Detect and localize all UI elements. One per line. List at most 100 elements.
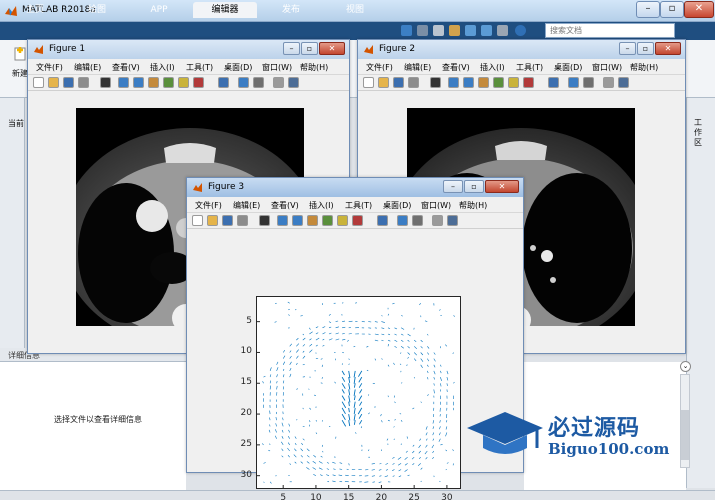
menu-tools[interactable]: 工具(T) — [345, 200, 372, 211]
close-button[interactable]: ✕ — [655, 42, 681, 55]
print-icon[interactable] — [237, 215, 248, 226]
maximize-button[interactable]: ▫ — [464, 180, 484, 193]
hide-plot-tools-icon[interactable] — [603, 77, 614, 88]
legend-icon[interactable] — [412, 215, 423, 226]
menu-file[interactable]: 文件(F) — [195, 200, 222, 211]
menu-window[interactable]: 窗口(W) — [262, 62, 292, 73]
menu-insert[interactable]: 插入(I) — [480, 62, 505, 73]
menu-help[interactable]: 帮助(H) — [300, 62, 328, 73]
zoom-in-icon[interactable] — [448, 77, 459, 88]
maximize-button[interactable]: ▫ — [637, 42, 654, 55]
menu-help[interactable]: 帮助(H) — [459, 200, 487, 211]
menu-edit[interactable]: 编辑(E) — [74, 62, 101, 73]
menu-desktop[interactable]: 桌面(D) — [224, 62, 252, 73]
chevron-down-icon[interactable]: ⌄ — [680, 361, 691, 372]
close-button[interactable]: ✕ — [319, 42, 345, 55]
colorbar-icon[interactable] — [568, 77, 579, 88]
quiver-plot-axes[interactable] — [256, 296, 461, 489]
open-file-icon[interactable] — [207, 215, 218, 226]
data-cursor-icon[interactable] — [178, 77, 189, 88]
search-input[interactable]: 搜索文档 — [545, 23, 675, 38]
figure-title-bar[interactable]: Figure 2 – ▫ ✕ — [358, 40, 685, 59]
minimize-button[interactable]: – — [619, 42, 636, 55]
menu-edit[interactable]: 编辑(E) — [404, 62, 431, 73]
save-icon[interactable] — [63, 77, 74, 88]
maximize-button[interactable]: ▫ — [660, 1, 684, 18]
brush-icon[interactable] — [352, 215, 363, 226]
cut-icon[interactable] — [417, 25, 428, 36]
menu-desktop[interactable]: 桌面(D) — [383, 200, 411, 211]
rotate-icon[interactable] — [163, 77, 174, 88]
pointer-icon[interactable] — [259, 215, 270, 226]
print-icon[interactable] — [78, 77, 89, 88]
save-icon[interactable] — [393, 77, 404, 88]
search-icon[interactable] — [678, 24, 692, 37]
help-icon[interactable] — [515, 25, 526, 36]
brush-icon[interactable] — [523, 77, 534, 88]
save-icon[interactable] — [401, 25, 412, 36]
legend-icon[interactable] — [253, 77, 264, 88]
print-icon[interactable] — [408, 77, 419, 88]
show-plot-tools-icon[interactable] — [447, 215, 458, 226]
legend-icon[interactable] — [583, 77, 594, 88]
open-file-icon[interactable] — [48, 77, 59, 88]
rotate-icon[interactable] — [322, 215, 333, 226]
data-cursor-icon[interactable] — [508, 77, 519, 88]
new-figure-icon[interactable] — [33, 77, 44, 88]
save-icon[interactable] — [222, 215, 233, 226]
menu-file[interactable]: 文件(F) — [366, 62, 393, 73]
link-plot-icon[interactable] — [548, 77, 559, 88]
hide-plot-tools-icon[interactable] — [432, 215, 443, 226]
menu-view[interactable]: 查看(V) — [112, 62, 140, 73]
menu-view[interactable]: 查看(V) — [442, 62, 470, 73]
menu-view[interactable]: 查看(V) — [271, 200, 299, 211]
zoom-out-icon[interactable] — [133, 77, 144, 88]
tab-home[interactable]: 主页 — [6, 2, 64, 18]
tab-view[interactable]: 视图 — [326, 2, 384, 18]
pointer-icon[interactable] — [100, 77, 111, 88]
new-button-label[interactable]: 新建 — [12, 68, 28, 79]
link-plot-icon[interactable] — [377, 215, 388, 226]
colorbar-icon[interactable] — [397, 215, 408, 226]
minimize-button[interactable]: – — [636, 1, 660, 18]
figure-title-bar[interactable]: Figure 3 – ▫ ✕ — [187, 178, 523, 197]
rotate-icon[interactable] — [493, 77, 504, 88]
workspace-label[interactable]: 工作区 — [694, 118, 706, 148]
menu-file[interactable]: 文件(F) — [36, 62, 63, 73]
pointer-icon[interactable] — [430, 77, 441, 88]
redo-icon[interactable] — [481, 25, 492, 36]
minimize-button[interactable]: – — [283, 42, 300, 55]
menu-window[interactable]: 窗口(W) — [421, 200, 451, 211]
menu-tools[interactable]: 工具(T) — [516, 62, 543, 73]
menu-help[interactable]: 帮助(H) — [630, 62, 658, 73]
maximize-button[interactable]: ▫ — [301, 42, 318, 55]
close-button[interactable]: ✕ — [684, 1, 714, 18]
menu-insert[interactable]: 插入(I) — [309, 200, 334, 211]
copy-icon[interactable] — [433, 25, 444, 36]
brush-icon[interactable] — [193, 77, 204, 88]
pan-icon[interactable] — [148, 77, 159, 88]
new-figure-icon[interactable] — [363, 77, 374, 88]
data-cursor-icon[interactable] — [337, 215, 348, 226]
hide-plot-tools-icon[interactable] — [273, 77, 284, 88]
command-scrollbar-thumb[interactable] — [681, 410, 689, 460]
show-plot-tools-icon[interactable] — [288, 77, 299, 88]
switch-windows-icon[interactable] — [497, 25, 508, 36]
tab-publish[interactable]: 发布 — [262, 2, 320, 18]
pan-icon[interactable] — [307, 215, 318, 226]
menu-edit[interactable]: 编辑(E) — [233, 200, 260, 211]
menu-insert[interactable]: 插入(I) — [150, 62, 175, 73]
new-script-icon[interactable] — [12, 46, 28, 62]
figure-title-bar[interactable]: Figure 1 – ▫ ✕ — [28, 40, 349, 59]
zoom-in-icon[interactable] — [118, 77, 129, 88]
zoom-out-icon[interactable] — [463, 77, 474, 88]
zoom-out-icon[interactable] — [292, 215, 303, 226]
menu-tools[interactable]: 工具(T) — [186, 62, 213, 73]
pan-icon[interactable] — [478, 77, 489, 88]
menu-desktop[interactable]: 桌面(D) — [554, 62, 582, 73]
tab-plots[interactable]: 绘图 — [68, 2, 126, 18]
minimize-button[interactable]: – — [443, 180, 463, 193]
open-file-icon[interactable] — [378, 77, 389, 88]
undo-icon[interactable] — [465, 25, 476, 36]
show-plot-tools-icon[interactable] — [618, 77, 629, 88]
